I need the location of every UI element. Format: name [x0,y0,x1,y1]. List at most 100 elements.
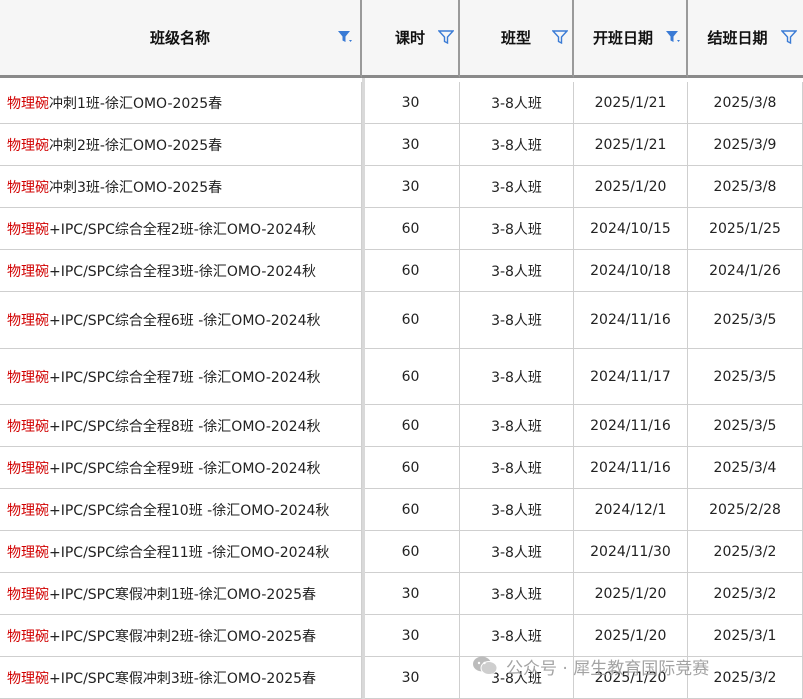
cell-start-date: 2025/1/21 [574,124,688,166]
table-row[interactable]: 物理碗 +IPC/SPC综合全程7班 -徐汇OMO-2024秋 60 3-8人班 202… [0,349,803,405]
cell-class-type: 3-8人班 [460,447,574,489]
class-name-suffix: 冲刺3班-徐汇OMO-2025春 [49,179,223,196]
table-row[interactable]: 物理碗 +IPC/SPC综合全程10班 -徐汇OMO-2024秋 60 3-8人班 20… [0,489,803,531]
cell-class-type: 3-8人班 [460,208,574,250]
cell-class-name: 物理碗 +IPC/SPC综合全程10班 -徐汇OMO-2024秋 [0,489,362,531]
cell-class-type: 3-8人班 [460,531,574,573]
class-name-suffix: 冲刺1班-徐汇OMO-2025春 [49,95,223,112]
table-row[interactable]: 物理碗 +IPC/SPC综合全程8班 -徐汇OMO-2024秋 60 3-8人班 202… [0,405,803,447]
filter-active-icon[interactable] [665,30,681,44]
cell-hours: 30 [362,82,460,124]
cell-start-date: 2025/1/21 [574,82,688,124]
column-divider [362,78,365,699]
cell-hours: 30 [362,615,460,657]
cell-hours: 60 [362,208,460,250]
column-header-start-date[interactable]: 开班日期 [574,0,688,78]
cell-class-name: 物理碗 冲刺1班-徐汇OMO-2025春 [0,82,362,124]
filter-icon[interactable] [552,30,568,44]
cell-end-date: 2025/3/2 [688,573,803,615]
table-row[interactable]: 物理碗 冲刺2班-徐汇OMO-2025春 30 3-8人班 2025/1/21 2025/… [0,124,803,166]
cell-start-date: 2024/11/17 [574,349,688,405]
class-name-suffix: +IPC/SPC综合全程10班 -徐汇OMO-2024秋 [49,502,330,519]
cell-end-date: 2025/2/28 [688,489,803,531]
column-header-class-name[interactable]: 班级名称 [0,0,362,78]
cell-class-type: 3-8人班 [460,82,574,124]
cell-class-type: 3-8人班 [460,349,574,405]
cell-end-date: 2025/3/8 [688,166,803,208]
cell-class-type: 3-8人班 [460,166,574,208]
table-row[interactable]: 物理碗 +IPC/SPC综合全程9班 -徐汇OMO-2024秋 60 3-8人班 202… [0,447,803,489]
table-row[interactable]: 物理碗 +IPC/SPC寒假冲刺2班-徐汇OMO-2025春 30 3-8人班 2025… [0,615,803,657]
cell-class-name: 物理碗 +IPC/SPC综合全程6班 -徐汇OMO-2024秋 [0,292,362,349]
cell-class-type: 3-8人班 [460,292,574,349]
cell-start-date: 2024/11/16 [574,447,688,489]
cell-class-type: 3-8人班 [460,250,574,292]
cell-end-date: 2025/3/2 [688,531,803,573]
class-name-suffix: +IPC/SPC综合全程8班 -徐汇OMO-2024秋 [49,418,321,435]
column-header-hours[interactable]: 课时 [362,0,460,78]
cell-end-date: 2025/3/8 [688,82,803,124]
class-name-suffix: +IPC/SPC综合全程7班 -徐汇OMO-2024秋 [49,369,321,386]
table-row[interactable]: 物理碗 +IPC/SPC综合全程11班 -徐汇OMO-2024秋 60 3-8人班 20… [0,531,803,573]
wechat-icon [473,656,498,675]
cell-start-date: 2025/1/20 [574,615,688,657]
class-name-prefix: 物理碗 [7,502,49,519]
class-name-prefix: 物理碗 [7,460,49,477]
cell-start-date: 2024/10/15 [574,208,688,250]
column-header-label: 班级名称 [149,29,210,47]
class-name-suffix: +IPC/SPC综合全程2班-徐汇OMO-2024秋 [49,221,317,238]
class-name-prefix: 物理碗 [7,586,49,603]
class-name-suffix: +IPC/SPC寒假冲刺1班-徐汇OMO-2025春 [49,586,317,603]
cell-end-date: 2025/1/25 [688,208,803,250]
class-name-prefix: 物理碗 [7,95,49,112]
filter-active-icon[interactable] [337,30,353,44]
table-row[interactable]: 物理碗 冲刺3班-徐汇OMO-2025春 30 3-8人班 2025/1/20 2025/… [0,166,803,208]
cell-start-date: 2024/11/16 [574,405,688,447]
cell-class-type: 3-8人班 [460,489,574,531]
class-name-prefix: 物理碗 [7,544,49,561]
class-name-prefix: 物理碗 [7,221,49,238]
cell-hours: 30 [362,124,460,166]
class-name-suffix: 冲刺2班-徐汇OMO-2025春 [49,137,223,154]
class-name-prefix: 物理碗 [7,628,49,645]
cell-hours: 60 [362,292,460,349]
cell-end-date: 2025/3/1 [688,615,803,657]
cell-class-name: 物理碗 +IPC/SPC寒假冲刺1班-徐汇OMO-2025春 [0,573,362,615]
cell-class-name: 物理碗 +IPC/SPC综合全程8班 -徐汇OMO-2024秋 [0,405,362,447]
cell-class-name: 物理碗 +IPC/SPC综合全程11班 -徐汇OMO-2024秋 [0,531,362,573]
class-name-suffix: +IPC/SPC综合全程9班 -徐汇OMO-2024秋 [49,460,321,477]
table-row[interactable]: 物理碗 +IPC/SPC寒假冲刺1班-徐汇OMO-2025春 30 3-8人班 2025… [0,573,803,615]
cell-class-name: 物理碗 +IPC/SPC综合全程3班-徐汇OMO-2024秋 [0,250,362,292]
watermark: 公众号 · 犀生教育国际竞赛 [472,652,709,680]
cell-end-date: 2024/1/26 [688,250,803,292]
cell-start-date: 2025/1/20 [574,166,688,208]
filter-icon[interactable] [781,30,797,44]
class-name-prefix: 物理碗 [7,137,49,154]
cell-hours: 30 [362,166,460,208]
cell-start-date: 2024/12/1 [574,489,688,531]
class-name-prefix: 物理碗 [7,418,49,435]
filter-icon[interactable] [438,30,454,44]
table-row[interactable]: 物理碗 +IPC/SPC综合全程6班 -徐汇OMO-2024秋 60 3-8人班 202… [0,292,803,349]
cell-start-date: 2024/11/30 [574,531,688,573]
table-row[interactable]: 物理碗 冲刺1班-徐汇OMO-2025春 30 3-8人班 2025/1/21 2025/… [0,82,803,124]
column-header-label: 开班日期 [592,29,653,47]
cell-hours: 30 [362,657,460,699]
watermark-text: 公众号 · 犀生教育国际竞赛 [506,658,710,679]
class-name-prefix: 物理碗 [7,369,49,386]
column-header-label: 结班日期 [707,29,768,47]
column-header-class-type[interactable]: 班型 [460,0,574,78]
cell-class-name: 物理碗 +IPC/SPC寒假冲刺3班-徐汇OMO-2025春 [0,657,362,699]
cell-start-date: 2024/11/16 [574,292,688,349]
cell-hours: 60 [362,405,460,447]
class-name-suffix: +IPC/SPC综合全程11班 -徐汇OMO-2024秋 [49,544,330,561]
table-row[interactable]: 物理碗 +IPC/SPC综合全程2班-徐汇OMO-2024秋 60 3-8人班 2024… [0,208,803,250]
table-row[interactable]: 物理碗 +IPC/SPC综合全程3班-徐汇OMO-2024秋 60 3-8人班 2024… [0,250,803,292]
class-name-prefix: 物理碗 [7,670,49,687]
cell-start-date: 2025/1/20 [574,573,688,615]
column-header-end-date[interactable]: 结班日期 [688,0,803,78]
class-name-prefix: 物理碗 [7,263,49,280]
cell-class-name: 物理碗 +IPC/SPC寒假冲刺2班-徐汇OMO-2025春 [0,615,362,657]
cell-start-date: 2024/10/18 [574,250,688,292]
class-name-suffix: +IPC/SPC综合全程6班 -徐汇OMO-2024秋 [49,313,321,329]
